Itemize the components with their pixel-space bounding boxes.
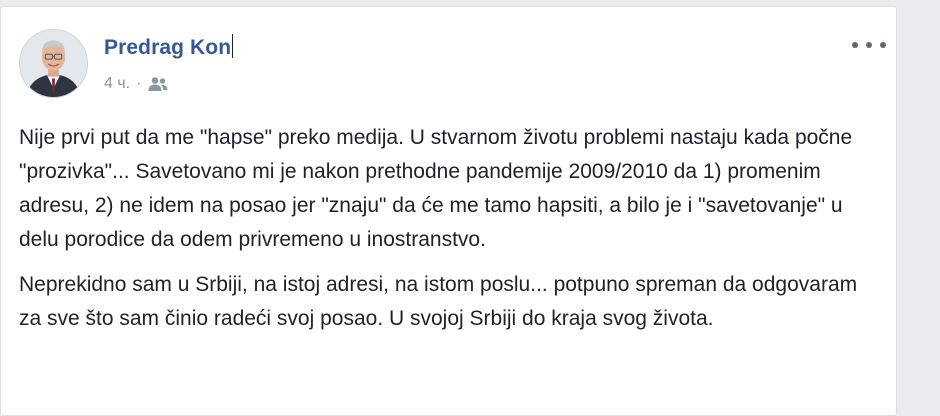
text-cursor (232, 34, 234, 58)
dot (852, 42, 858, 48)
author-avatar[interactable] (19, 29, 88, 98)
friends-icon[interactable] (147, 76, 169, 92)
avatar-photo (20, 30, 87, 97)
dot (880, 42, 886, 48)
post-paragraph: Neprekidno sam u Srbiji, na istoj adresi… (19, 273, 858, 330)
dot (866, 42, 872, 48)
post-card: Predrag Kon 4 ч. · Nije prvi put da me "… (0, 6, 897, 416)
post-paragraph: Nije prvi put da me "hapse" preko medija… (19, 126, 853, 251)
post-meta: 4 ч. · (104, 75, 169, 93)
author-name[interactable]: Predrag Kon (104, 34, 234, 60)
post-timestamp[interactable]: 4 ч. (104, 75, 130, 93)
meta-separator: · (136, 75, 142, 92)
more-options-icon[interactable] (852, 35, 886, 55)
post-body: Nije prvi put da me "hapse" preko medija… (19, 121, 879, 347)
